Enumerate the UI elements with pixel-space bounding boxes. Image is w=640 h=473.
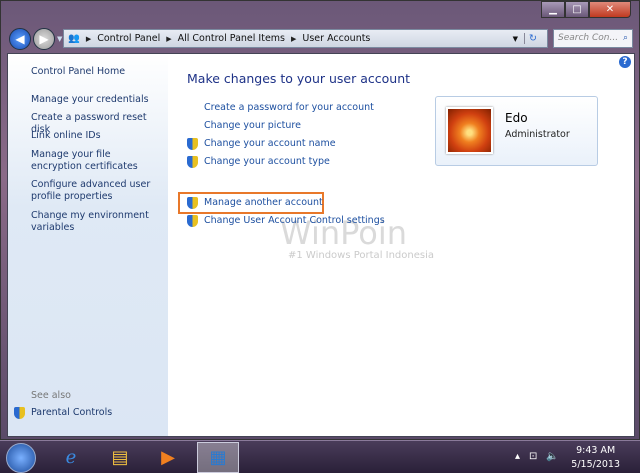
recent-pages-icon[interactable]: ▼ (57, 35, 62, 43)
shield-icon (187, 197, 198, 209)
back-button[interactable]: ◀ (9, 28, 31, 50)
change-type-link[interactable]: Change your account type (204, 156, 330, 167)
uac-settings-link[interactable]: Change User Account Control settings (204, 215, 385, 226)
manage-another-account-link[interactable]: Manage another account (204, 197, 323, 208)
user-picture (446, 107, 493, 154)
shield-icon (14, 407, 25, 419)
sidebar-parental-controls[interactable]: Parental Controls (31, 407, 163, 419)
breadcrumb-user-accounts[interactable]: User Accounts (302, 33, 370, 44)
system-tray: ▴ ⊡ 🔈 (515, 451, 559, 462)
see-also-label: See also (31, 390, 71, 401)
explorer-window: ▁ □ ✕ ◀ ▶ ▼ 👥 ▶ Control Panel ▶ All Contro… (0, 0, 640, 440)
file-explorer-icon[interactable]: ▤ (99, 442, 141, 473)
clock[interactable]: 9:43 AM 5/15/2013 (571, 444, 620, 472)
minimize-button[interactable]: ▁ (541, 1, 565, 18)
taskbar: ℯ ▤ ▶ ▦ ▴ ⊡ 🔈 9:43 AM 5/15/2013 (0, 440, 640, 473)
show-hidden-icons[interactable]: ▴ (515, 451, 520, 462)
sidebar-link-online-ids[interactable]: Link online IDs (31, 130, 163, 142)
close-button[interactable]: ✕ (589, 1, 631, 18)
search-icon[interactable]: ⌕ (623, 33, 628, 43)
shield-icon (187, 156, 198, 168)
clock-date: 5/15/2013 (571, 459, 620, 470)
search-placeholder: Search Con... (558, 33, 619, 43)
forward-button[interactable]: ▶ (33, 28, 55, 50)
breadcrumb-all-items[interactable]: All Control Panel Items (178, 33, 285, 44)
search-input[interactable]: Search Con... ⌕ (553, 29, 633, 48)
volume-icon[interactable]: 🔈 (546, 451, 558, 462)
media-player-icon[interactable]: ▶ (147, 442, 189, 473)
network-icon[interactable]: ⊡ (529, 451, 537, 462)
change-name-link[interactable]: Change your account name (204, 138, 336, 149)
page-title: Make changes to your user account (187, 71, 411, 86)
content-area: Control Panel Home Manage your credentia… (7, 53, 635, 437)
start-button[interactable] (6, 443, 36, 473)
sidebar-advanced-profile[interactable]: Configure advanced user profile properti… (31, 179, 163, 203)
sidebar-encryption-certs[interactable]: Manage your file encryption certificates (31, 149, 163, 173)
user-role: Administrator (505, 129, 570, 140)
create-password-link[interactable]: Create a password for your account (204, 102, 374, 113)
maximize-button[interactable]: □ (565, 1, 589, 18)
shield-icon (187, 215, 198, 227)
internet-explorer-icon[interactable]: ℯ (50, 442, 92, 473)
breadcrumb-control-panel[interactable]: Control Panel (97, 33, 160, 44)
help-icon[interactable]: ? (619, 56, 631, 68)
control-panel-taskbar-icon[interactable]: ▦ (197, 442, 239, 473)
refresh-icon[interactable]: ↻ (524, 33, 541, 44)
user-card: Edo Administrator (435, 96, 598, 166)
shield-icon (187, 138, 198, 150)
sidebar-manage-credentials[interactable]: Manage your credentials (31, 94, 163, 106)
address-dropdown-icon[interactable]: ▼ (513, 35, 518, 43)
watermark-tagline: #1 Windows Portal Indonesia (288, 250, 435, 261)
sidebar-environment-variables[interactable]: Change my environment variables (31, 210, 163, 234)
change-picture-link[interactable]: Change your picture (204, 120, 301, 131)
address-bar[interactable]: 👥 ▶ Control Panel ▶ All Control Panel Item… (63, 29, 548, 48)
user-name: Edo (505, 111, 528, 125)
control-panel-icon: 👥 (68, 33, 80, 44)
sidebar: Control Panel Home Manage your credentia… (8, 54, 168, 436)
sidebar-control-panel-home[interactable]: Control Panel Home (31, 66, 163, 78)
clock-time: 9:43 AM (576, 445, 616, 456)
